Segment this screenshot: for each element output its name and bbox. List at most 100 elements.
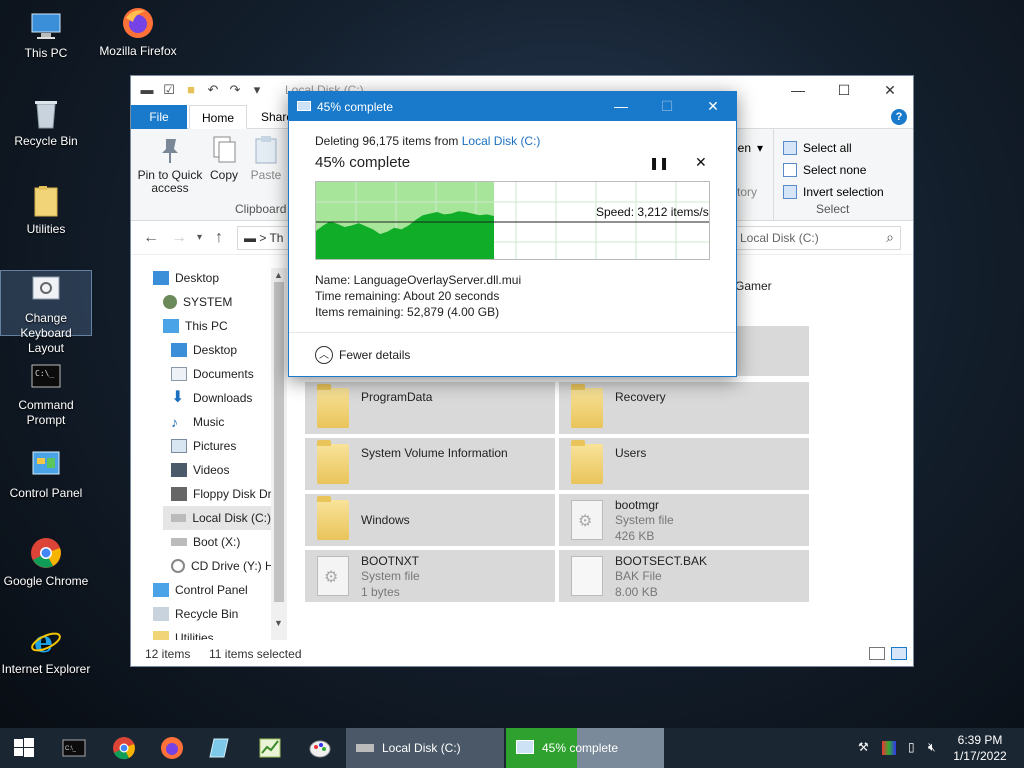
tab-file[interactable]: File (131, 105, 187, 129)
floppy-icon (171, 487, 187, 501)
invert-selection-button[interactable]: Invert selection (783, 185, 884, 199)
fewer-details-button[interactable]: ︿ Fewer details (315, 346, 410, 364)
select-all-button[interactable]: Select all (783, 141, 852, 155)
nav-item-cd-drive[interactable]: CD Drive (Y:) H (171, 554, 274, 578)
nav-item-system[interactable]: SYSTEM (163, 290, 232, 314)
copy-button[interactable]: Copy (207, 135, 241, 182)
internet-explorer-icon: e (29, 624, 63, 660)
paste-button[interactable]: Paste (247, 135, 285, 182)
nav-item-control-panel[interactable]: Control Panel (153, 578, 248, 602)
nav-item-videos[interactable]: Videos (171, 458, 229, 482)
desktop-icon-internet-explorer[interactable]: e Internet Explorer (0, 624, 92, 677)
delete-progress-dialog[interactable]: 45% complete — ☐ ✕ Deleting 96,175 items… (288, 91, 737, 377)
search-input[interactable]: h Local Disk (C:) ⌕ (721, 226, 901, 250)
taskbar: C:\_ Local Disk (C:) 45% complete ⚒ ▯ 🔇︎… (0, 728, 1024, 768)
desktop-icon-command-prompt[interactable]: C:\_ Command Prompt (0, 360, 92, 428)
start-button[interactable] (12, 736, 36, 760)
maximize-button[interactable]: ☐ (821, 76, 867, 105)
usb-icon[interactable]: ▯ (908, 740, 915, 754)
file-tile-recovery[interactable]: Recovery (559, 382, 809, 434)
dialog-close-button[interactable]: ✕ (690, 92, 736, 121)
tab-home[interactable]: Home (189, 105, 248, 129)
nav-item-boot[interactable]: Boot (X:) (171, 530, 240, 554)
file-tile-system-volume-information[interactable]: System Volume Information (305, 438, 555, 490)
clock[interactable]: 6:39 PM 1/17/2022 (950, 732, 1010, 764)
clock-time: 6:39 PM (957, 733, 1003, 747)
desktop-icon-this-pc[interactable]: This PC (0, 8, 92, 61)
speaker-muted-icon[interactable]: 🔇︎ (928, 740, 936, 755)
command-prompt-icon: C:\_ (29, 360, 63, 394)
properties-icon[interactable]: ☑ (161, 82, 177, 98)
undo-icon[interactable]: ↶ (205, 82, 221, 98)
notepad-taskbar-icon[interactable] (208, 736, 232, 760)
dialog-minimize-button[interactable]: — (598, 92, 644, 121)
desktop-icon-recycle-bin[interactable]: Recycle Bin (0, 96, 92, 149)
cancel-button[interactable]: ✕ (695, 154, 707, 171)
customize-arrow-icon[interactable]: ▾ (249, 82, 265, 98)
source-link[interactable]: Local Disk (C:) (462, 134, 541, 148)
file-tile-windows[interactable]: Windows (305, 494, 555, 546)
close-button[interactable]: ✕ (867, 76, 913, 105)
pause-button[interactable]: ❚❚ (649, 156, 669, 170)
folder-icon (317, 384, 349, 428)
nav-item-floppy[interactable]: Floppy Disk Dri (171, 482, 274, 506)
user-icon (163, 295, 177, 309)
pin-to-quick-access-button[interactable]: Pin to Quick access (137, 135, 203, 195)
chrome-icon (29, 536, 63, 570)
nav-item-recycle-bin[interactable]: Recycle Bin (153, 602, 238, 626)
scroll-down-icon[interactable]: ▼ (274, 618, 283, 628)
task-manager-taskbar-icon[interactable] (258, 736, 282, 760)
desktop-icon-control-panel[interactable]: Control Panel (0, 448, 92, 501)
scroll-up-icon[interactable]: ▲ (274, 270, 283, 280)
new-folder-icon[interactable]: ■ (183, 82, 199, 98)
nav-item-local-disk[interactable]: Local Disk (C:) (163, 506, 271, 530)
nav-item-pictures[interactable]: Pictures (171, 434, 236, 458)
nav-item-downloads[interactable]: ⬇ Downloads (171, 386, 252, 410)
nav-item-documents[interactable]: Documents (171, 362, 254, 386)
display-icon[interactable] (882, 741, 896, 755)
up-arrow-icon[interactable]: ↑ (215, 229, 223, 247)
select-none-button[interactable]: Select none (783, 163, 866, 177)
paint-taskbar-icon[interactable] (308, 736, 332, 760)
file-tile-users[interactable]: Users (559, 438, 809, 490)
desktop-icon-utilities[interactable]: Utilities (0, 184, 92, 237)
tiles-view-icon[interactable] (891, 647, 907, 660)
taskbar-progress-button[interactable]: 45% complete (506, 728, 664, 768)
navigation-pane[interactable]: Desktop SYSTEM This PC Desktop Documents… (131, 268, 287, 640)
desktop-icon-change-keyboard-layout[interactable]: Change Keyboard Layout (0, 270, 92, 355)
nav-item-desktop-2[interactable]: Desktop (171, 338, 237, 362)
file-tile-programdata[interactable]: ProgramData (305, 382, 555, 434)
desktop-icon-firefox[interactable]: Mozilla Firefox (92, 6, 184, 59)
control-panel-icon (29, 448, 63, 482)
redo-icon[interactable]: ↷ (227, 82, 243, 98)
drive-icon (171, 538, 187, 546)
clock-date: 1/17/2022 (953, 749, 1007, 763)
time-remaining: Time remaining: About 20 seconds (315, 289, 500, 303)
control-panel-icon (153, 583, 169, 597)
nav-item-music[interactable]: ♪ Music (171, 410, 224, 434)
file-icon (571, 556, 603, 596)
details-view-icon[interactable] (869, 647, 885, 660)
minimize-button[interactable]: — (775, 76, 821, 105)
chrome-taskbar-icon[interactable] (112, 736, 136, 760)
scrollbar-thumb[interactable] (274, 282, 284, 602)
nav-scrollbar[interactable]: ▲ ▼ (271, 268, 287, 640)
nav-item-desktop[interactable]: Desktop (153, 268, 219, 290)
network-icon[interactable]: ⚒ (858, 740, 869, 754)
file-tile-bootnxt[interactable]: BOOTNXT System file 1 bytes (305, 550, 555, 602)
nav-item-this-pc[interactable]: This PC (163, 314, 228, 338)
dialog-titlebar[interactable]: 45% complete — ☐ ✕ (289, 92, 736, 121)
clipboard-group-label: Clipboard (235, 202, 287, 216)
back-arrow-icon[interactable]: ← (143, 229, 159, 247)
file-tile-bootmgr[interactable]: bootmgr System file 426 KB (559, 494, 809, 546)
nav-item-utilities[interactable]: Utilities (153, 626, 214, 640)
help-icon[interactable]: ? (891, 109, 907, 125)
recent-locations-icon[interactable]: ▾ (197, 232, 202, 243)
file-tile-bootsect-bak[interactable]: BOOTSECT.BAK BAK File 8.00 KB (559, 550, 809, 602)
desktop-icon-chrome[interactable]: Google Chrome (0, 536, 92, 589)
taskbar-explorer-button[interactable]: Local Disk (C:) (346, 728, 504, 768)
command-prompt-taskbar-icon[interactable]: C:\_ (62, 736, 86, 760)
chevron-up-icon: ︿ (315, 346, 333, 364)
firefox-taskbar-icon[interactable] (160, 736, 184, 760)
forward-arrow-icon[interactable]: → (171, 229, 187, 247)
